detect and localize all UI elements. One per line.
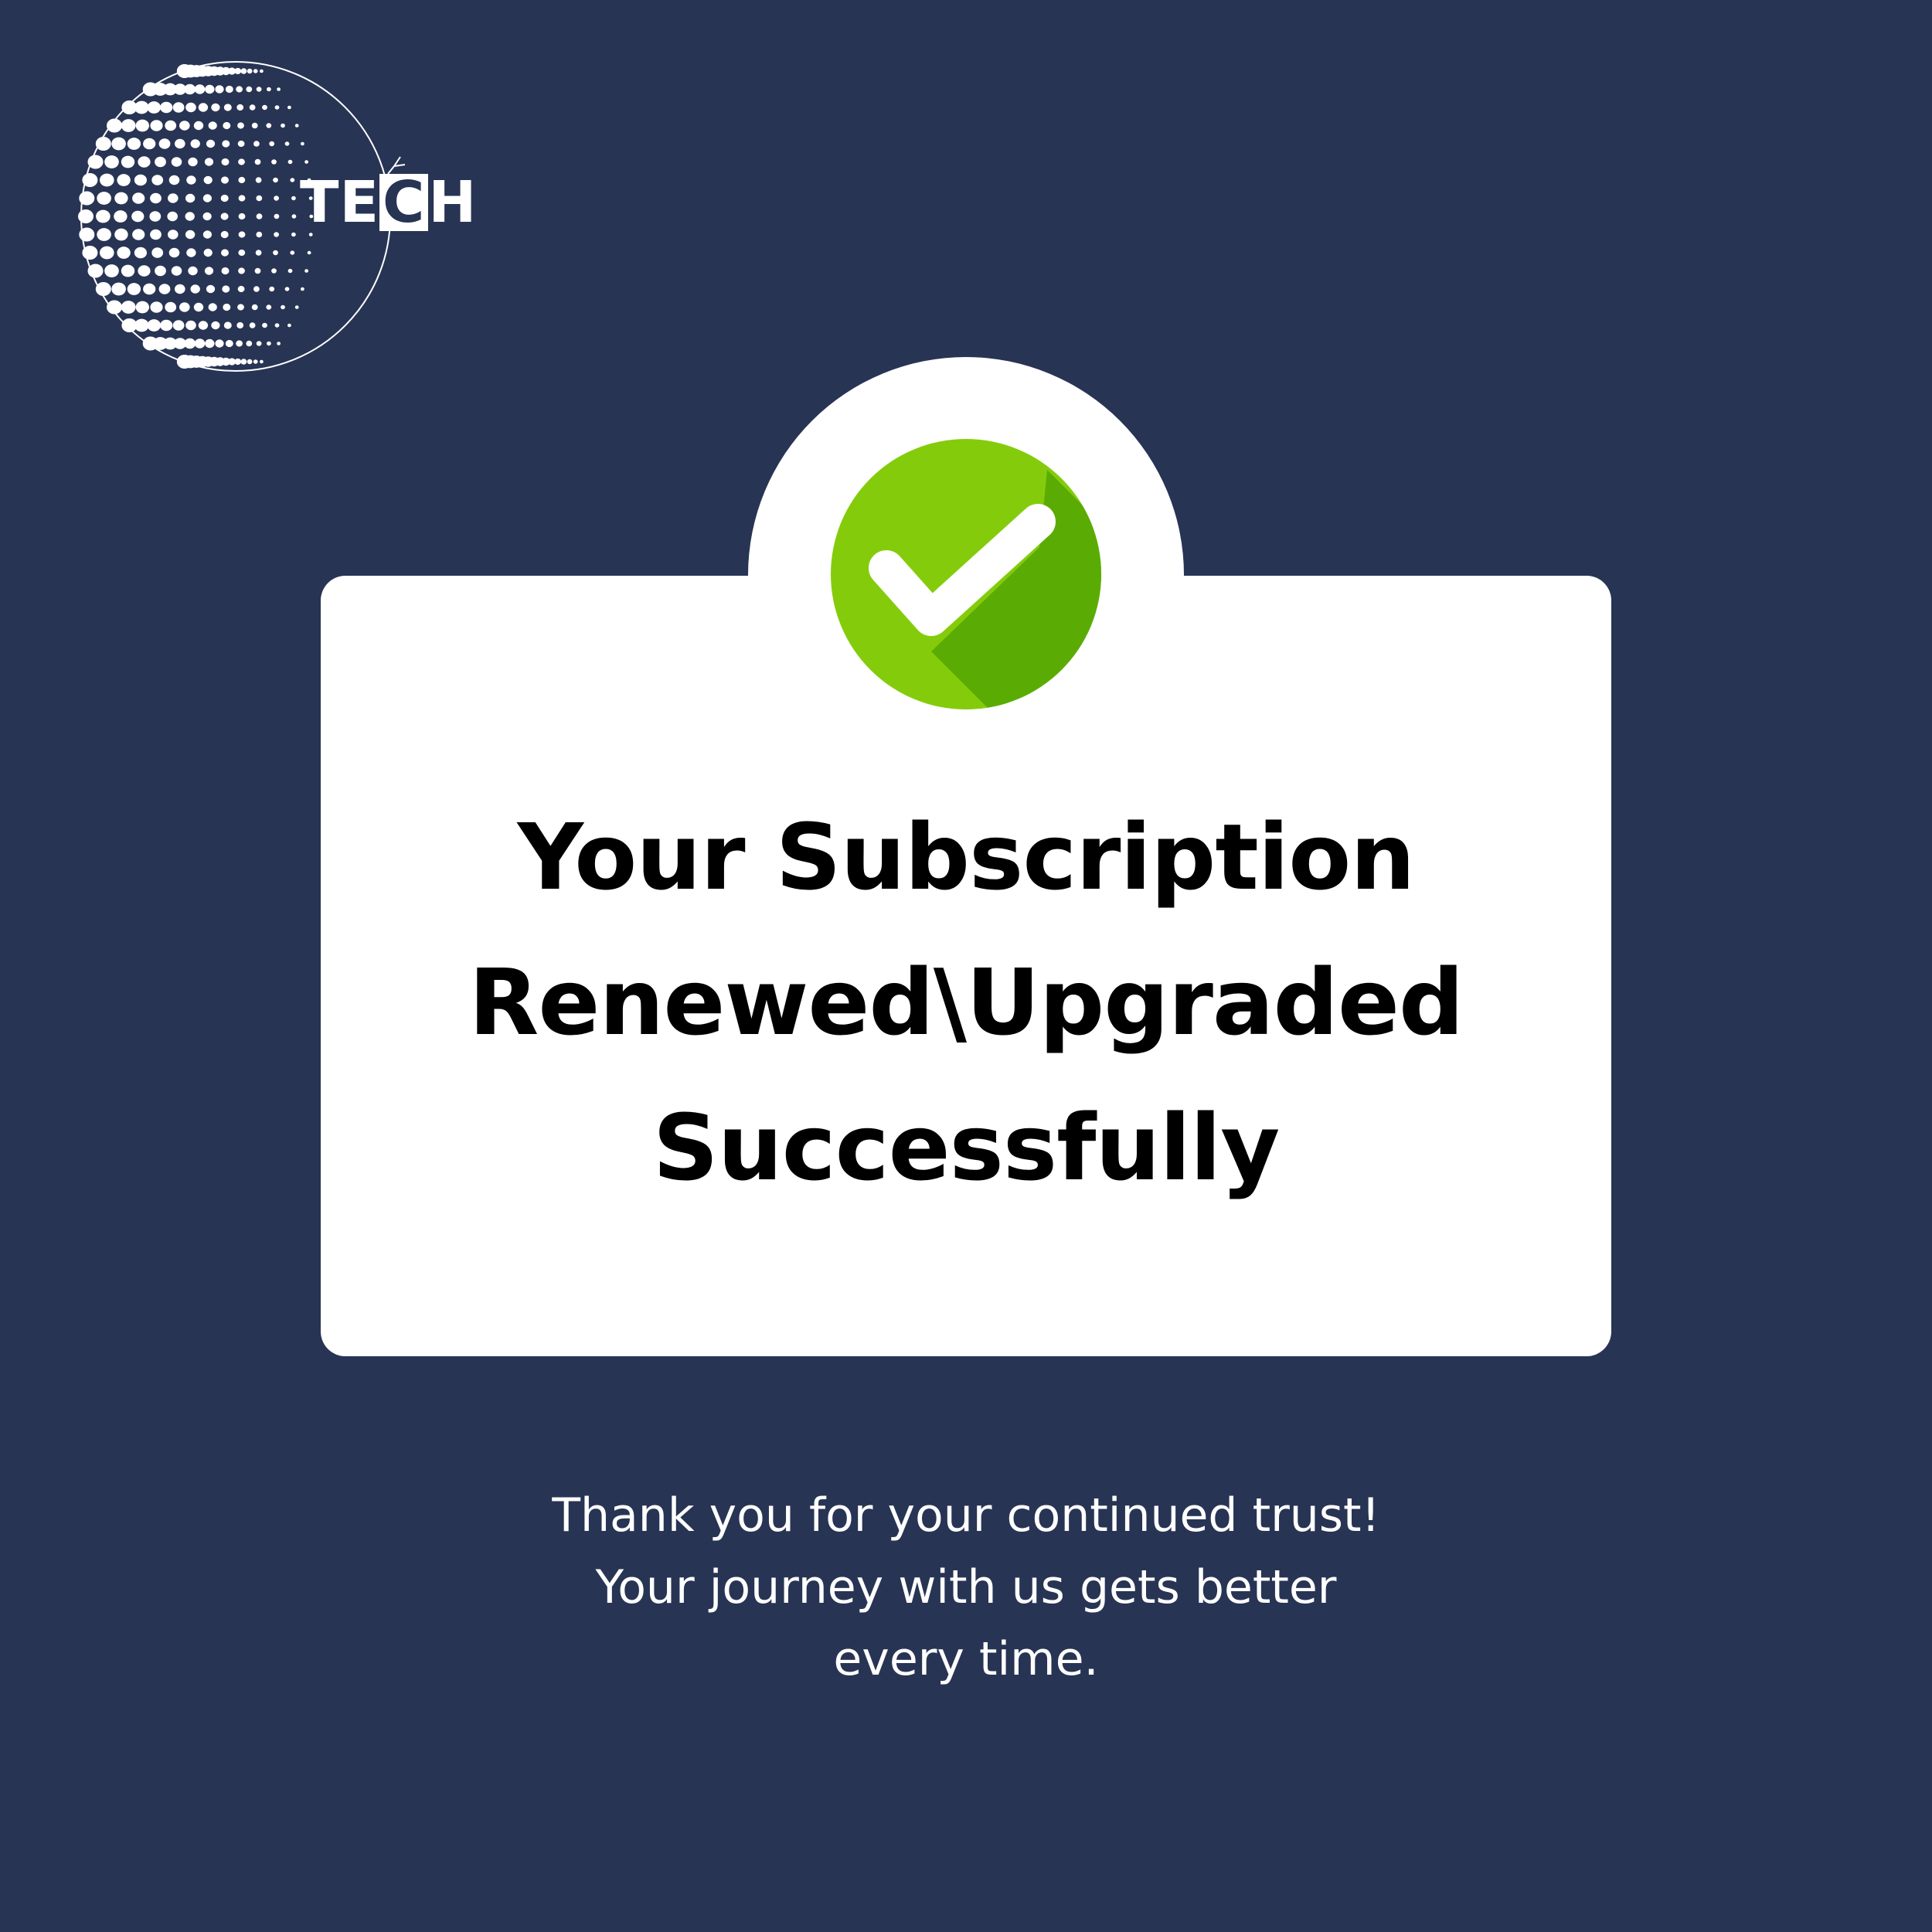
message-line-2: Your journey with us gets better (595, 1560, 1337, 1614)
message-line-1: Thank you for your continued trust! (552, 1488, 1380, 1543)
brand-name-prefix: TE (300, 169, 380, 236)
brand-name: TECH (300, 174, 477, 231)
brand-logo: TECH (77, 58, 479, 383)
brand-name-boxed-letter: C (379, 174, 429, 231)
success-headline: Your Subscription Renewed\Upgraded Succe… (321, 784, 1611, 1220)
brand-name-suffix: H (428, 169, 478, 236)
thank-you-message: Thank you for your continued trust! Your… (386, 1480, 1546, 1696)
headline-line-1: Your Subscription (517, 804, 1416, 910)
headline-line-3: Successfully (652, 1094, 1281, 1201)
headline-line-2: Renewed\Upgraded (468, 949, 1464, 1056)
message-line-3: every time. (833, 1632, 1099, 1686)
check-circle-icon (831, 439, 1101, 709)
